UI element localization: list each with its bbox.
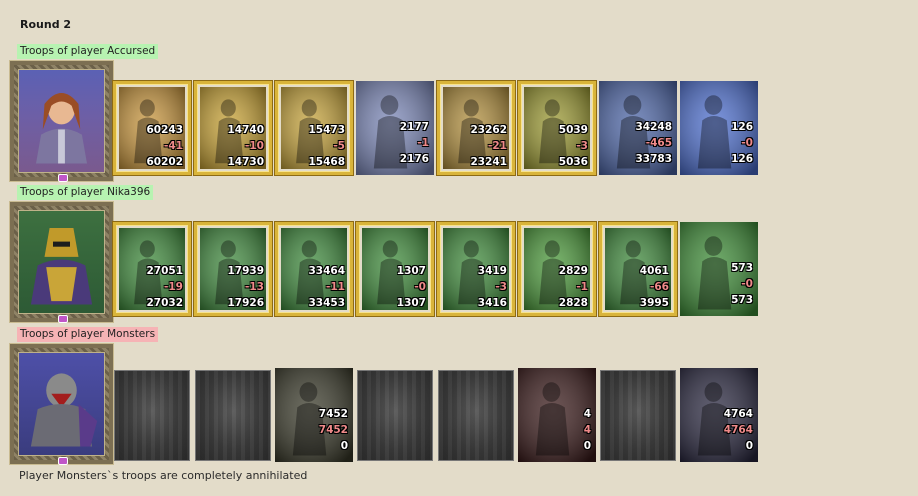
hero-portrait-nika396[interactable] — [9, 201, 114, 323]
unit-remaining: 27032 — [146, 297, 183, 309]
unit-red-demon[interactable]: 4 4 0 — [518, 368, 596, 462]
portrait-gem-icon — [58, 174, 68, 182]
unit-remaining: 2828 — [558, 297, 588, 309]
unit-count: 4764 — [723, 408, 753, 420]
unit-remaining: 3416 — [477, 297, 507, 309]
unit-remaining: 17926 — [227, 297, 264, 309]
unit-count: 7452 — [318, 408, 348, 420]
empty-slot — [114, 370, 190, 461]
unit-count: 17939 — [227, 265, 264, 277]
unit-archer[interactable]: 23262 -21 23241 — [436, 80, 516, 176]
unit-elf-archer[interactable]: 3419 -3 3416 — [436, 221, 516, 317]
unit-orc-warlord[interactable]: 7452 7452 0 — [275, 368, 353, 462]
unit-loss: -1 — [417, 137, 429, 149]
portrait-gem-icon — [58, 457, 68, 465]
unit-remaining: 2176 — [399, 153, 429, 165]
unit-loss: -0 — [741, 278, 753, 290]
unit-loss: -0 — [414, 281, 426, 293]
unit-count: 15473 — [308, 124, 345, 136]
unit-royal-cavalier[interactable]: 15473 -5 15468 — [274, 80, 354, 176]
unit-loss: -21 — [488, 140, 507, 152]
player-label-nika396: Troops of player Nika396 — [17, 185, 154, 200]
unit-count: 23262 — [470, 124, 507, 136]
unit-druid[interactable]: 4061 -66 3995 — [598, 221, 678, 317]
unit-remaining: 60202 — [146, 156, 183, 168]
portrait-gem-icon — [58, 315, 68, 323]
unit-loss: -19 — [164, 281, 183, 293]
unit-loss: -10 — [245, 140, 264, 152]
unit-count: 5039 — [558, 124, 588, 136]
unit-unicorn-guardian[interactable]: 60243 -41 60202 — [112, 80, 192, 176]
unit-remaining: 1307 — [396, 297, 426, 309]
unit-count: 14740 — [227, 124, 264, 136]
unit-remaining: 0 — [340, 440, 348, 452]
unit-elf-gunner[interactable]: 27051 -19 27032 — [112, 221, 192, 317]
round-title: Round 2 — [20, 18, 72, 31]
empty-slot — [357, 370, 433, 461]
unit-loss: -41 — [164, 140, 183, 152]
unit-count: 3419 — [477, 265, 507, 277]
unit-count: 4061 — [639, 265, 669, 277]
unit-loss: -3 — [495, 281, 507, 293]
unit-loss: 4764 — [723, 424, 753, 436]
empty-slot — [438, 370, 514, 461]
hero-portrait-monsters[interactable] — [9, 343, 114, 465]
unit-loss: -11 — [326, 281, 345, 293]
unit-loss: -1 — [576, 281, 588, 293]
unit-green-sage[interactable]: 573 -0 573 — [680, 222, 758, 316]
player-label-monsters: Troops of player Monsters — [17, 327, 159, 342]
unit-loss: -5 — [333, 140, 345, 152]
unit-remaining: 0 — [583, 440, 591, 452]
unit-count: 34248 — [635, 121, 672, 133]
unit-remaining: 573 — [731, 294, 753, 306]
unit-count: 60243 — [146, 124, 183, 136]
unit-loss: -0 — [741, 137, 753, 149]
unit-count: 27051 — [146, 265, 183, 277]
hero-portrait-nika396-icon — [30, 228, 93, 305]
unit-remaining: 23241 — [470, 156, 507, 168]
unit-dwarf-warrior[interactable]: 34248 -465 33783 — [599, 81, 677, 175]
hero-portrait-accursed-icon — [36, 92, 87, 164]
unit-count: 4 — [583, 408, 591, 420]
unit-dark-dragon[interactable]: 4764 4764 0 — [680, 368, 758, 462]
hero-portrait-monsters-icon — [30, 373, 98, 447]
hero-portrait-accursed[interactable] — [9, 60, 114, 182]
unit-mage[interactable]: 126 -0 126 — [680, 81, 758, 175]
unit-elf-warrior[interactable]: 17939 -13 17926 — [193, 221, 273, 317]
unit-cleric[interactable]: 5039 -3 5036 — [517, 80, 597, 176]
unit-golden-knight[interactable]: 14740 -10 14730 — [193, 80, 273, 176]
unit-count: 33464 — [308, 265, 345, 277]
unit-griffin[interactable]: 2177 -1 2176 — [356, 81, 434, 175]
unit-elf-spearman[interactable]: 33464 -11 33453 — [274, 221, 354, 317]
unit-remaining: 33783 — [635, 153, 672, 165]
unit-loss: 7452 — [318, 424, 348, 436]
empty-slot — [600, 370, 676, 461]
unit-remaining: 0 — [745, 440, 753, 452]
unit-count: 2829 — [558, 265, 588, 277]
unit-count: 573 — [731, 262, 753, 274]
unit-loss: -465 — [645, 137, 672, 149]
unit-loss: -66 — [650, 281, 669, 293]
unit-remaining: 5036 — [558, 156, 588, 168]
unit-count: 126 — [731, 121, 753, 133]
unit-remaining: 126 — [731, 153, 753, 165]
unit-loss: 4 — [583, 424, 591, 436]
unit-count: 2177 — [399, 121, 429, 133]
unit-remaining: 3995 — [639, 297, 669, 309]
unit-remaining: 14730 — [227, 156, 264, 168]
unit-green-griffin[interactable]: 1307 -0 1307 — [355, 221, 435, 317]
unit-remaining: 15468 — [308, 156, 345, 168]
unit-remaining: 33453 — [308, 297, 345, 309]
empty-slot — [195, 370, 271, 461]
player-label-accursed: Troops of player Accursed — [17, 44, 159, 59]
unit-count: 1307 — [396, 265, 426, 277]
unit-loss: -3 — [576, 140, 588, 152]
annihilation-message: Player Monsters`s troops are completely … — [19, 469, 308, 482]
unit-loss: -13 — [245, 281, 264, 293]
unit-dryad[interactable]: 2829 -1 2828 — [517, 221, 597, 317]
